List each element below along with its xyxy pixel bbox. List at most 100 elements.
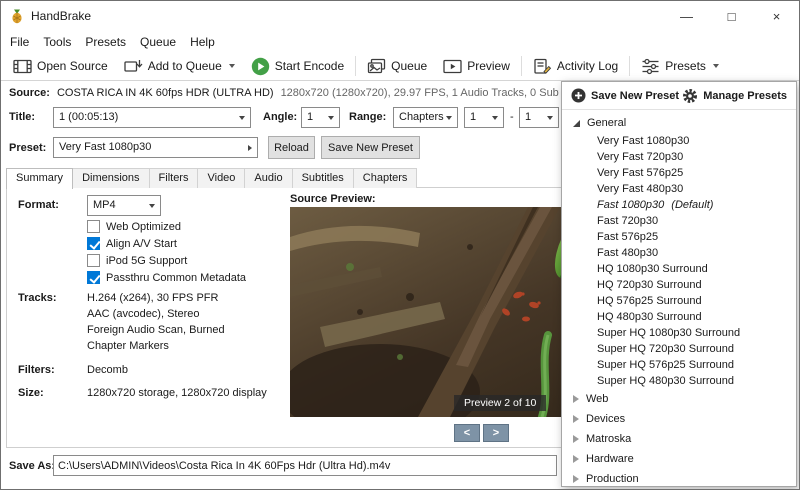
range-to-value: 1	[525, 111, 531, 123]
source-preview-label: Source Preview:	[290, 193, 376, 205]
preset-group-label: General	[587, 117, 626, 129]
collapse-icon[interactable]	[573, 120, 580, 127]
preset-item[interactable]: Super HQ 576p25 Surround	[562, 357, 796, 373]
preset-group-devices[interactable]: Devices	[562, 409, 796, 429]
tab-summary[interactable]: Summary	[6, 168, 73, 189]
start-encode-label: Start Encode	[275, 59, 344, 73]
save-new-preset-button[interactable]: Save New Preset	[321, 136, 420, 159]
preset-combo[interactable]: Very Fast 1080p30	[53, 137, 258, 158]
checkbox-align-a-v-start[interactable]: Align A/V Start	[87, 235, 246, 252]
reload-button[interactable]: Reload	[268, 136, 315, 159]
range-from-value: 1	[470, 111, 476, 123]
chevron-down-icon	[149, 204, 155, 208]
preset-item[interactable]: HQ 576p25 Surround	[562, 293, 796, 309]
range-to-select[interactable]: 1	[519, 107, 559, 128]
presets-button[interactable]: Presets	[633, 55, 727, 78]
add-to-queue-icon	[124, 58, 143, 75]
preset-item[interactable]: Fast 720p30	[562, 213, 796, 229]
expand-icon[interactable]	[573, 435, 579, 443]
preset-group-general[interactable]: General	[562, 113, 796, 133]
preset-group-matroska[interactable]: Matroska	[562, 429, 796, 449]
app-icon	[9, 8, 25, 24]
checkbox-label: Passthru Common Metadata	[106, 272, 246, 284]
preset-item-label: HQ 480p30 Surround	[597, 311, 702, 323]
menu-tools[interactable]: Tools	[36, 33, 78, 51]
add-to-queue-button[interactable]: Add to Queue	[116, 55, 243, 78]
checkbox-icon[interactable]	[87, 271, 100, 284]
range-from-select[interactable]: 1	[464, 107, 504, 128]
save-as-input[interactable]	[53, 455, 557, 476]
panel-save-new-preset-button[interactable]: Save New Preset	[571, 88, 679, 103]
open-source-button[interactable]: Open Source	[5, 55, 116, 78]
preview-prev-button[interactable]: <	[454, 424, 480, 442]
preset-item-label: Very Fast 1080p30	[597, 135, 689, 147]
preview-navigation: < >	[454, 424, 509, 442]
preset-group-label: Matroska	[586, 433, 631, 445]
preview-icon	[443, 58, 462, 75]
tab-filters[interactable]: Filters	[149, 168, 199, 188]
toolbar: Open Source Add to Queue Start Encode	[1, 52, 799, 81]
tab-subtitles[interactable]: Subtitles	[292, 168, 354, 188]
angle-select[interactable]: 1	[301, 107, 340, 128]
preset-group-web[interactable]: Web	[562, 389, 796, 409]
range-type-select[interactable]: Chapters	[393, 107, 458, 128]
tab-dimensions[interactable]: Dimensions	[72, 168, 149, 188]
preset-item-label: Fast 1080p30	[597, 199, 664, 211]
tab-audio[interactable]: Audio	[244, 168, 292, 188]
menu-help[interactable]: Help	[183, 33, 222, 51]
expand-icon[interactable]	[573, 395, 579, 403]
manage-presets-button[interactable]: Manage Presets	[682, 88, 787, 104]
preset-item[interactable]: HQ 1080p30 Surround	[562, 261, 796, 277]
tab-chapters[interactable]: Chapters	[353, 168, 418, 188]
preset-item[interactable]: Very Fast 720p30	[562, 149, 796, 165]
title-select[interactable]: 1 (00:05:13)	[53, 107, 251, 128]
preset-item[interactable]: Super HQ 480p30 Surround	[562, 373, 796, 389]
preset-item[interactable]: HQ 720p30 Surround	[562, 277, 796, 293]
preset-item[interactable]: Super HQ 720p30 Surround	[562, 341, 796, 357]
checkbox-icon[interactable]	[87, 237, 100, 250]
preview-button[interactable]: Preview	[435, 55, 518, 78]
queue-icon	[367, 58, 386, 75]
chevron-down-icon	[229, 64, 235, 68]
preview-next-button[interactable]: >	[483, 424, 509, 442]
activity-log-button[interactable]: Activity Log	[525, 55, 626, 78]
expand-icon[interactable]	[573, 415, 579, 423]
preset-item[interactable]: HQ 480p30 Surround	[562, 309, 796, 325]
preset-item-label: Very Fast 576p25	[597, 167, 683, 179]
range-label: Range:	[349, 111, 386, 123]
preset-item[interactable]: Very Fast 480p30	[562, 181, 796, 197]
minimize-button[interactable]: —	[664, 1, 709, 31]
preset-item[interactable]: Fast 576p25	[562, 229, 796, 245]
preset-item[interactable]: Very Fast 1080p30	[562, 133, 796, 149]
preset-item[interactable]: Super HQ 1080p30 Surround	[562, 325, 796, 341]
queue-button[interactable]: Queue	[359, 55, 435, 78]
open-source-icon	[13, 58, 32, 75]
preset-item-label: HQ 720p30 Surround	[597, 279, 702, 291]
checkbox-icon[interactable]	[87, 254, 100, 267]
checkbox-icon[interactable]	[87, 220, 100, 233]
preset-item[interactable]: Fast 480p30	[562, 245, 796, 261]
checkbox-web-optimized[interactable]: Web Optimized	[87, 218, 246, 235]
preset-item-label: Very Fast 720p30	[597, 151, 683, 163]
menu-file[interactable]: File	[3, 33, 36, 51]
format-select[interactable]: MP4	[87, 195, 161, 216]
checkbox-ipod-5g-support[interactable]: iPod 5G Support	[87, 252, 246, 269]
preset-item[interactable]: Fast 1080p30(Default)	[562, 197, 796, 213]
expand-icon[interactable]	[573, 475, 579, 483]
toolbar-separator	[521, 56, 522, 76]
tab-video[interactable]: Video	[197, 168, 245, 188]
preset-item[interactable]: Very Fast 576p25	[562, 165, 796, 181]
close-button[interactable]: ×	[754, 1, 799, 31]
presets-tree: General Very Fast 1080p30 Very Fast 720p30…	[562, 110, 796, 487]
activity-log-label: Activity Log	[557, 59, 618, 73]
menu-presets[interactable]: Presets	[78, 33, 133, 51]
preset-group-production[interactable]: Production	[562, 469, 796, 487]
menu-queue[interactable]: Queue	[133, 33, 183, 51]
expand-icon[interactable]	[573, 455, 579, 463]
preset-item-label: Fast 576p25	[597, 231, 658, 243]
preset-group-hardware[interactable]: Hardware	[562, 449, 796, 469]
presets-panel: Save New Preset Manage Presets General Ve…	[561, 81, 797, 487]
maximize-button[interactable]: □	[709, 1, 754, 31]
start-encode-button[interactable]: Start Encode	[243, 54, 352, 79]
checkbox-passthru-common-metadata[interactable]: Passthru Common Metadata	[87, 269, 246, 286]
